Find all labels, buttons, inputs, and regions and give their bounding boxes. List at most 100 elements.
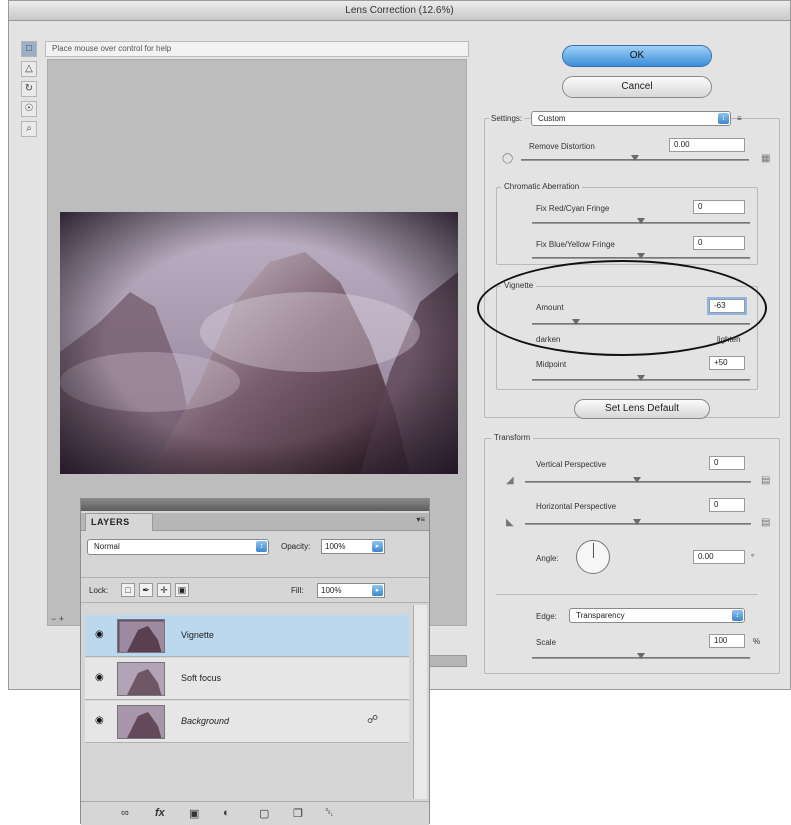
scale-label: Scale xyxy=(536,638,557,647)
ok-button[interactable]: OK xyxy=(562,45,712,67)
settings-menu-icon[interactable]: ≡ xyxy=(737,114,742,123)
dialog-title: Lens Correction (12.6%) xyxy=(9,1,790,21)
angle-dial[interactable] xyxy=(576,540,610,574)
vertical-right-icon: ▤ xyxy=(761,475,771,486)
slider-thumb[interactable] xyxy=(631,155,639,161)
panel-titlebar[interactable] xyxy=(81,499,429,511)
hand-tool-icon[interactable]: ☉ xyxy=(21,101,37,117)
scale-field[interactable]: 100 xyxy=(709,634,745,648)
remove-distortion-tool-icon[interactable]: □ xyxy=(21,41,37,57)
vertical-left-icon: ◢ xyxy=(506,475,514,486)
fill-label: Fill: xyxy=(291,586,304,595)
midpoint-label: Midpoint xyxy=(536,360,567,369)
fill-field[interactable]: 100% ▸ xyxy=(317,583,385,598)
new-layer-icon[interactable]: ❐ xyxy=(293,807,303,820)
eye-icon[interactable]: ◉ xyxy=(95,672,104,683)
blend-mode-select[interactable]: Normal ↕ xyxy=(87,539,269,555)
lock-label: Lock: xyxy=(89,586,109,595)
layers-bottom-bar: ∞ fx ▣ ◐ ▢ ❐ ␡ xyxy=(81,801,429,825)
adjustment-layer-icon[interactable]: ◐ xyxy=(223,807,230,819)
vertical-perspective-label: Vertical Perspective xyxy=(536,460,607,469)
help-text-bar: Place mouse over control for help xyxy=(45,41,469,57)
remove-distortion-slider[interactable] xyxy=(521,155,749,161)
fx-icon[interactable]: fx xyxy=(155,807,165,819)
tab-layers[interactable]: LAYERS xyxy=(85,513,153,531)
lock-row: Lock: □ ✒ ✛ ▣ Fill: 100% ▸ xyxy=(81,577,429,603)
add-mask-icon[interactable]: ▣ xyxy=(189,807,199,820)
layer-name: Background xyxy=(181,716,230,726)
trash-icon[interactable]: ␡ xyxy=(325,807,334,820)
red-cyan-field[interactable]: 0 xyxy=(693,200,745,214)
slider-thumb[interactable] xyxy=(633,477,641,483)
zoom-controls[interactable]: − + xyxy=(51,614,64,624)
layer-thumbnail xyxy=(117,619,165,653)
edge-select[interactable]: Transparency ↕ xyxy=(569,608,745,623)
edge-divider xyxy=(496,594,758,595)
set-lens-default-button[interactable]: Set Lens Default xyxy=(574,399,710,419)
preview-toggle[interactable] xyxy=(429,655,467,667)
angle-field[interactable]: 0.00 xyxy=(693,550,745,564)
slider-thumb[interactable] xyxy=(633,519,641,525)
lock-all-icon[interactable]: ▣ xyxy=(175,583,189,597)
eye-icon[interactable]: ◉ xyxy=(95,715,104,726)
horizontal-perspective-field[interactable]: 0 xyxy=(709,498,745,512)
vertical-perspective-field[interactable]: 0 xyxy=(709,456,745,470)
slider-thumb[interactable] xyxy=(637,375,645,381)
midpoint-slider[interactable] xyxy=(532,375,750,381)
settings-select[interactable]: Custom ↕ xyxy=(531,111,731,126)
barrel-icon: ▦ xyxy=(761,153,771,164)
red-cyan-slider[interactable] xyxy=(532,218,750,224)
blue-yellow-label: Fix Blue/Yellow Fringe xyxy=(536,240,615,249)
scale-slider[interactable] xyxy=(532,653,750,659)
edge-label: Edge: xyxy=(536,612,557,621)
lock-transparent-icon[interactable]: □ xyxy=(121,583,135,597)
settings-label: Settings: xyxy=(489,114,525,123)
midpoint-field[interactable]: +50 xyxy=(709,356,745,370)
opacity-value: 100% xyxy=(325,542,346,551)
chevron-updown-icon: ↕ xyxy=(256,541,267,552)
opacity-field[interactable]: 100% ▸ xyxy=(321,539,385,554)
slider-thumb[interactable] xyxy=(637,253,645,259)
layers-scrollbar[interactable] xyxy=(413,605,427,799)
chevron-updown-icon: ↕ xyxy=(732,610,743,621)
layers-panel: LAYERS ▾≡ Normal ↕ Opacity: 100% ▸ Lock:… xyxy=(80,498,430,825)
fill-value: 100% xyxy=(321,586,342,595)
horizontal-left-icon: ◣ xyxy=(506,517,514,528)
chevron-right-icon: ▸ xyxy=(372,541,383,552)
opacity-label: Opacity: xyxy=(281,542,311,551)
remove-distortion-field[interactable]: 0.00 xyxy=(669,138,745,152)
layer-row-background[interactable]: ◉ Background ☍ xyxy=(85,701,409,743)
transform-group-label: Transform xyxy=(491,433,534,442)
chromatic-group xyxy=(496,187,758,265)
blend-mode-value: Normal xyxy=(94,542,120,551)
blue-yellow-slider[interactable] xyxy=(532,253,750,259)
layer-row-vignette[interactable]: ◉ Vignette xyxy=(85,615,409,657)
horizontal-perspective-label: Horizontal Perspective xyxy=(536,502,617,511)
slider-thumb[interactable] xyxy=(637,218,645,224)
chevron-right-icon: ▸ xyxy=(372,585,383,596)
straighten-tool-icon[interactable]: △ xyxy=(21,61,37,77)
slider-thumb[interactable] xyxy=(637,653,645,659)
layer-thumbnail xyxy=(117,662,165,696)
edge-value: Transparency xyxy=(576,611,625,620)
eye-icon[interactable]: ◉ xyxy=(95,629,104,640)
link-layers-icon[interactable]: ∞ xyxy=(121,807,129,819)
vertical-perspective-slider[interactable] xyxy=(525,477,751,483)
horizontal-perspective-slider[interactable] xyxy=(525,519,751,525)
preview-photo xyxy=(60,212,458,474)
tool-strip: □ △ ↻ ☉ ⌕ xyxy=(21,41,41,141)
move-grid-tool-icon[interactable]: ↻ xyxy=(21,81,37,97)
horizontal-right-icon: ▤ xyxy=(761,517,771,528)
layer-row-soft-focus[interactable]: ◉ Soft focus xyxy=(85,658,409,700)
new-group-icon[interactable]: ▢ xyxy=(259,807,269,820)
cancel-button[interactable]: Cancel xyxy=(562,76,712,98)
lock-brush-icon[interactable]: ✒ xyxy=(139,583,153,597)
chromatic-group-label: Chromatic Aberration xyxy=(501,182,583,191)
blue-yellow-field[interactable]: 0 xyxy=(693,236,745,250)
panel-menu-icon[interactable]: ▾≡ xyxy=(416,515,425,524)
layer-name: Soft focus xyxy=(181,673,222,683)
settings-value: Custom xyxy=(538,114,566,123)
lock-move-icon[interactable]: ✛ xyxy=(157,583,171,597)
zoom-tool-icon[interactable]: ⌕ xyxy=(21,121,37,137)
layer-name: Vignette xyxy=(181,630,214,640)
